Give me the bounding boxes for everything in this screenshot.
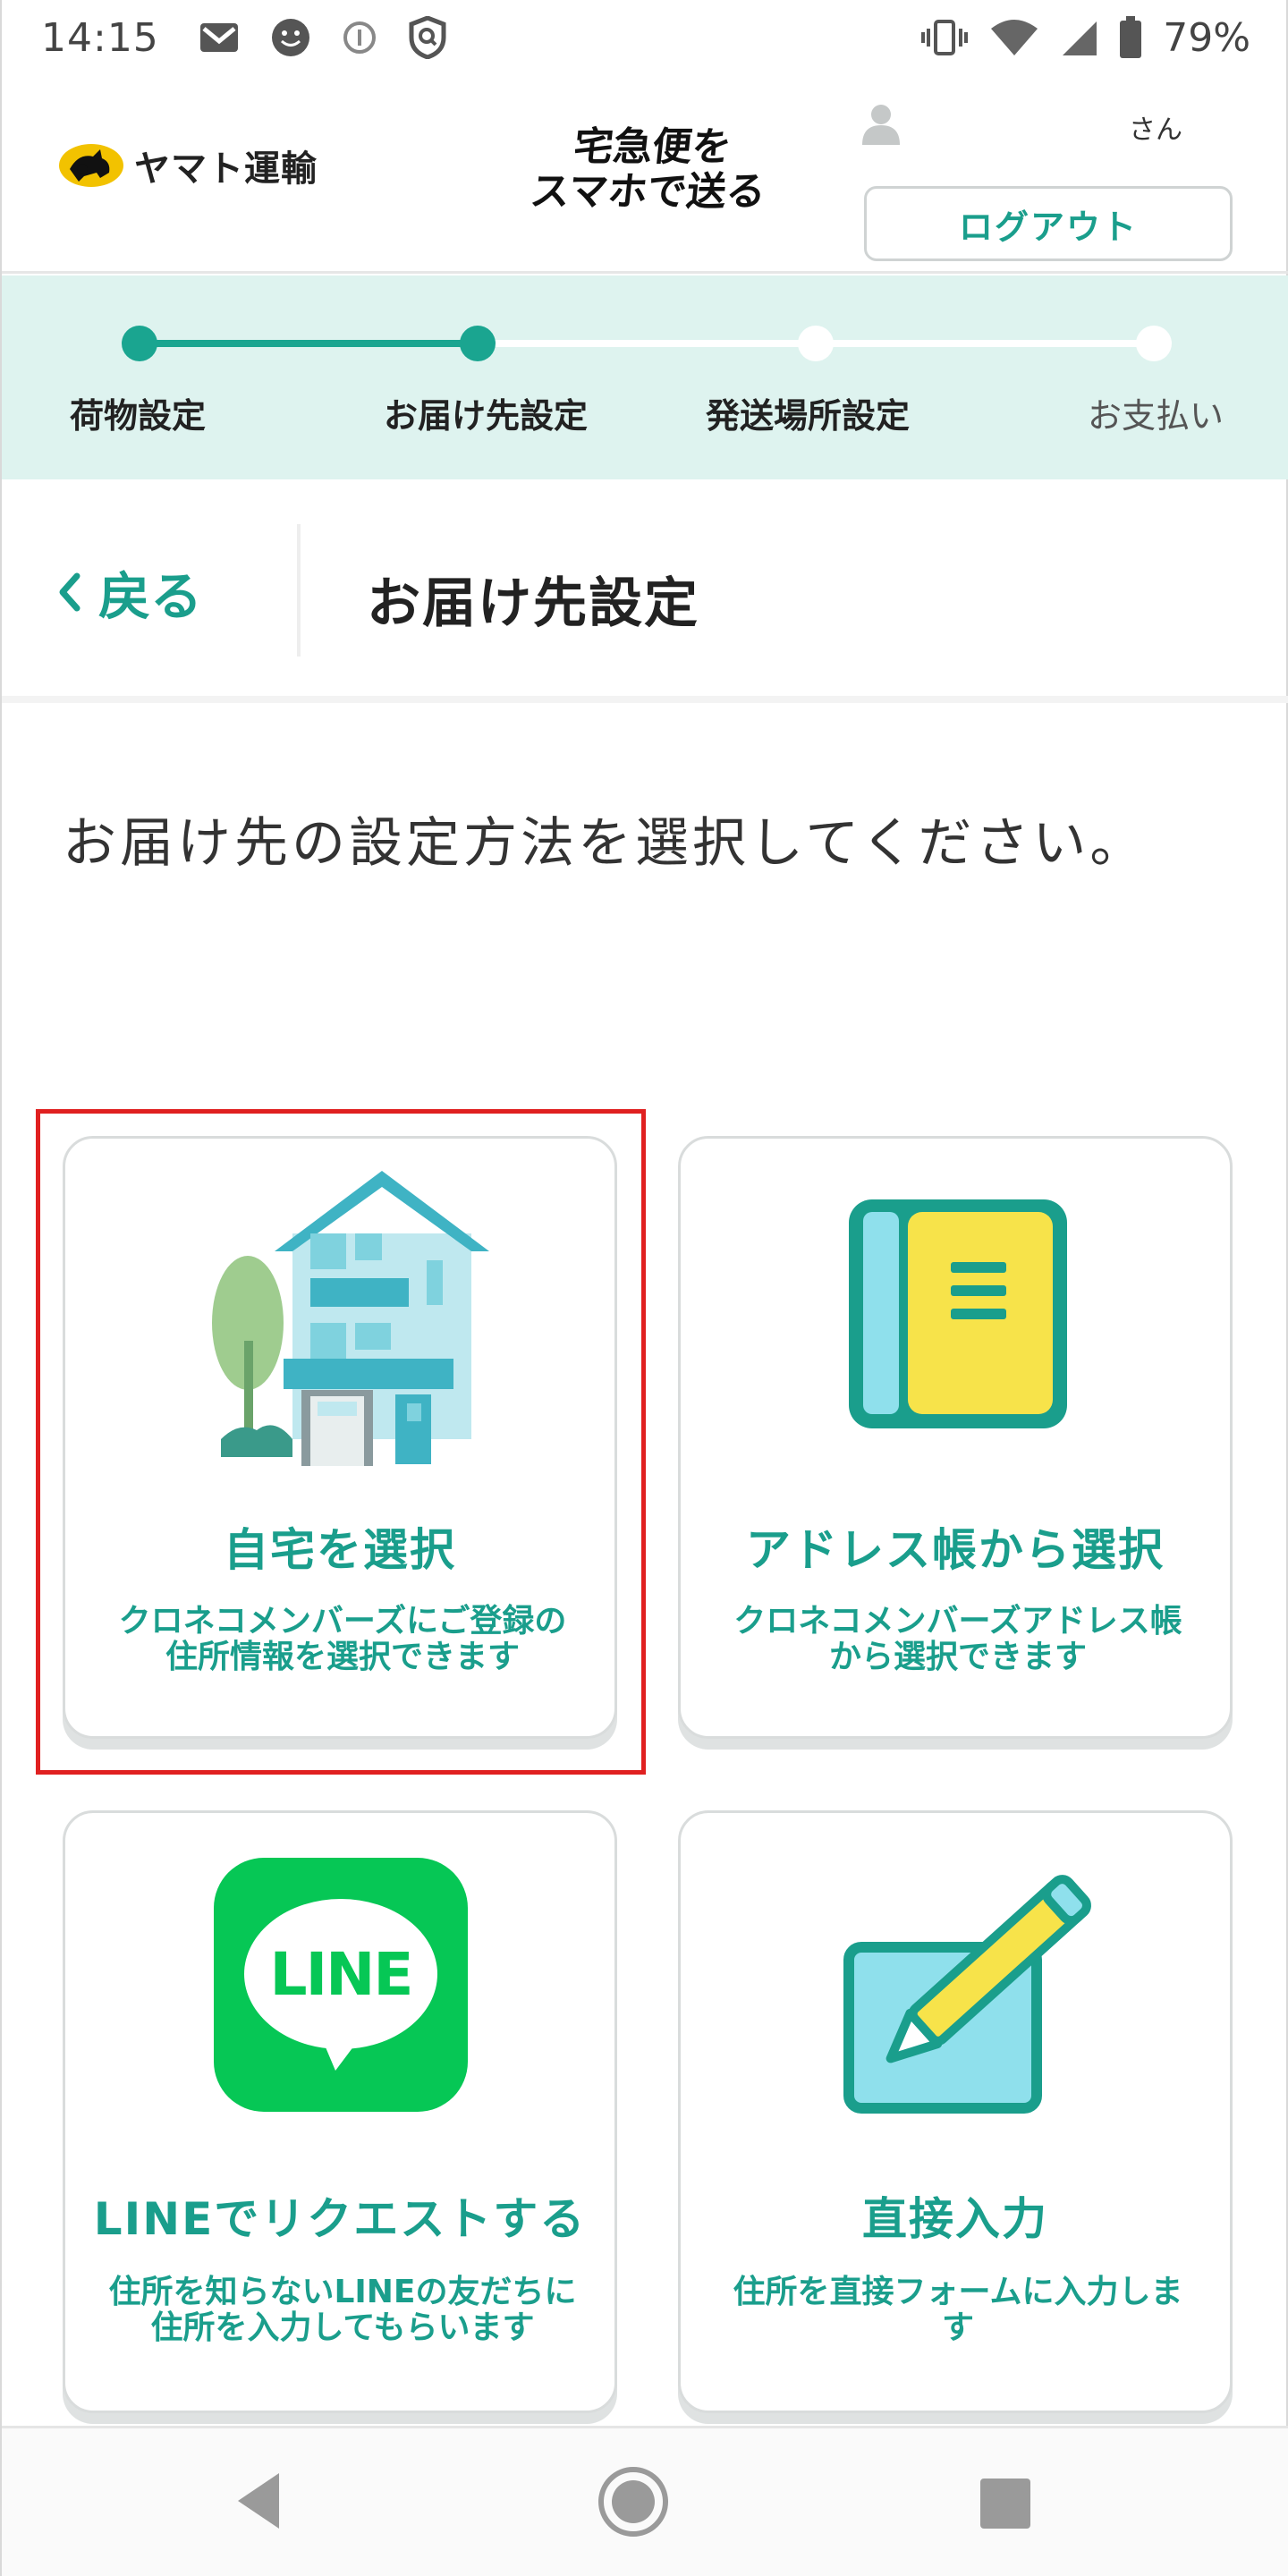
step-dot-3 — [798, 326, 834, 361]
progress-steps: 荷物設定 お届け先設定 発送場所設定 お支払い — [2, 275, 1288, 479]
black-cat-logo-icon — [59, 144, 123, 187]
option-desc-address-book-line1: クロネコメンバーズアドレス帳 — [733, 1603, 1182, 1640]
battery-percent: 79% — [1163, 14, 1250, 61]
service-title: 宅急便を スマホで送る — [507, 124, 794, 215]
option-card-address-book[interactable]: アドレス帳から選択 クロネコメンバーズアドレス帳 から選択できます — [678, 1136, 1233, 1739]
option-desc-direct-input-line2: す — [941, 2309, 974, 2346]
pencil-form-icon — [843, 1875, 1091, 2114]
address-book-icon — [849, 1199, 1067, 1428]
app-header: ヤマト運輸 宅急便を スマホで送る さん ログアウト — [2, 75, 1288, 274]
wifi-icon — [991, 20, 1038, 55]
option-desc-line-line1: 住所を知らないLINEの友だちに — [108, 2274, 577, 2310]
info-icon — [343, 21, 376, 54]
user-avatar-icon — [862, 105, 900, 145]
option-card-direct-input[interactable]: 直接入力 住所を直接フォームに入力しま す — [678, 1810, 1233, 2413]
option-desc-line: 住所を知らないLINEの友だちに 住所を入力してもらいます — [83, 2275, 602, 2346]
option-desc-line-line2: 住所を入力してもらいます — [150, 2309, 535, 2346]
service-title-line1: 宅急便を — [572, 124, 734, 170]
step-label-1: 荷物設定 — [69, 396, 207, 436]
step-label-3: 発送場所設定 — [705, 396, 911, 436]
instruction-text: お届け先の設定方法を選択してください。 — [63, 812, 1148, 875]
step-dot-1 — [122, 326, 157, 361]
shield-icon — [409, 16, 446, 59]
step-label-2: お届け先設定 — [383, 396, 589, 436]
option-desc-direct-input-line1: 住所を直接フォームに入力しま — [733, 2274, 1183, 2310]
nav-recent-apps-icon[interactable] — [980, 2479, 1030, 2529]
back-label: 戻る — [98, 566, 203, 627]
option-title-address-book: アドレス帳から選択 — [746, 1524, 1165, 1576]
logout-button[interactable]: ログアウト — [864, 186, 1233, 261]
chevron-left-icon — [59, 572, 80, 612]
service-title-line2: スマホで送る — [528, 169, 768, 215]
line-logo-text: LINE — [269, 1940, 414, 2009]
option-title-direct-input: 直接入力 — [862, 2193, 1048, 2245]
nav-back-icon[interactable] — [233, 2470, 284, 2532]
step-dot-4 — [1136, 326, 1172, 361]
status-time: 14:15 — [41, 14, 159, 61]
system-nav-bar — [2, 2426, 1288, 2576]
vibrate-icon — [921, 20, 969, 55]
back-button[interactable]: 戻る — [55, 555, 202, 630]
user-name-suffix: さん — [1129, 114, 1182, 146]
logo-text: ヤマト運輸 — [134, 148, 318, 190]
line-icon: LINE — [214, 1858, 468, 2112]
title-bar: 戻る お届け先設定 — [2, 479, 1288, 703]
step-dot-2 — [460, 326, 496, 361]
option-desc-address-book-line2: から選択できます — [828, 1639, 1087, 1675]
title-divider — [297, 524, 301, 657]
smiley-icon — [271, 19, 309, 56]
option-title-line: LINEでリクエストする — [93, 2193, 587, 2245]
progress-track-completed — [140, 340, 478, 347]
selection-highlight-box — [36, 1109, 646, 1775]
status-bar: 14:15 79% — [2, 0, 1288, 75]
battery-icon — [1120, 16, 1142, 58]
option-desc-direct-input: 住所を直接フォームに入力しま す — [699, 2275, 1217, 2346]
option-desc-address-book: クロネコメンバーズアドレス帳 から選択できます — [699, 1604, 1217, 1675]
nav-home-icon[interactable] — [596, 2464, 671, 2539]
app-screen: 14:15 79% ヤマト運輸 宅急便を スマホで送る さん ログアウト 荷物設… — [0, 0, 1288, 2576]
yamato-logo[interactable]: ヤマト運輸 — [57, 140, 318, 191]
signal-icon — [1063, 21, 1097, 55]
step-label-4: お支払い — [1087, 396, 1224, 436]
gmail-icon — [199, 23, 238, 52]
page-title: お届け先設定 — [367, 572, 699, 635]
option-card-line[interactable]: LINE LINEでリクエストする 住所を知らないLINEの友だちに 住所を入力… — [63, 1810, 617, 2413]
